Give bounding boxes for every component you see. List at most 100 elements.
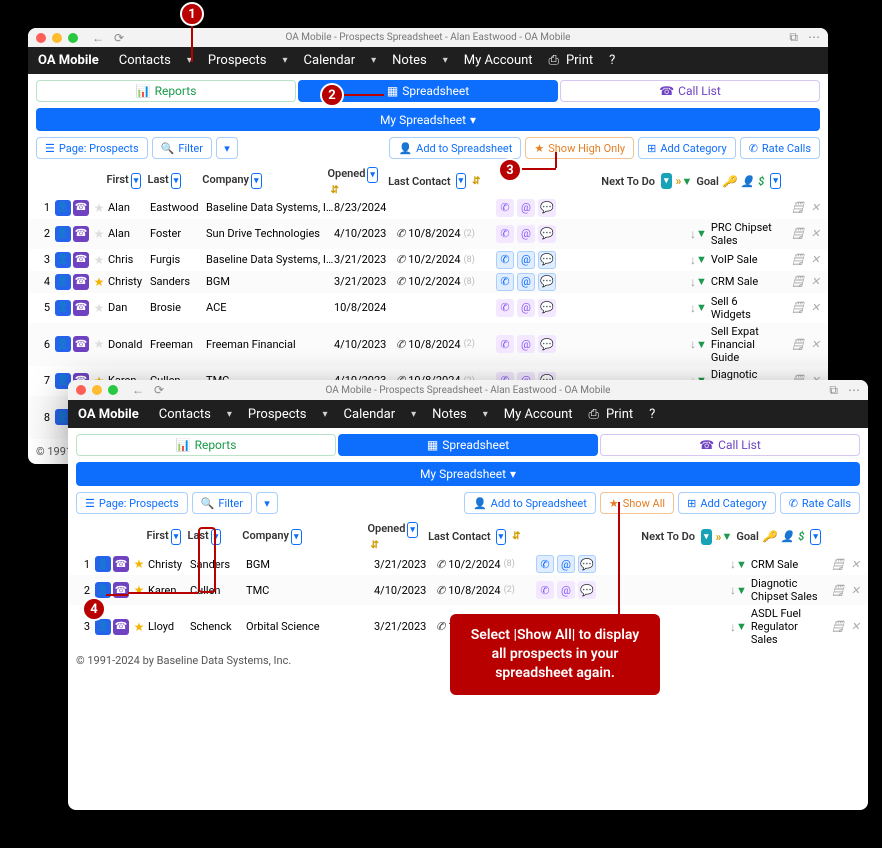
col-first[interactable]: First [106, 173, 128, 186]
chat-action-icon[interactable]: 💬 [578, 555, 596, 573]
my-spreadsheet-button[interactable]: My Spreadsheet ▾ [76, 462, 860, 486]
remove-row-icon[interactable]: ✕ [811, 301, 820, 314]
tab-call-list[interactable]: ☎Call List [560, 80, 820, 102]
table-row[interactable]: 1 👤 ☎ ★ Alan Eastwood Baseline Data Syst… [28, 197, 828, 219]
phone-badge-icon[interactable]: ☎ [73, 336, 89, 352]
remove-row-icon[interactable]: ✕ [811, 338, 820, 351]
maximize-window-icon[interactable] [68, 33, 78, 43]
refresh-icon[interactable]: ⟳ [154, 383, 164, 397]
maximize-window-icon[interactable] [108, 385, 118, 395]
col-next-todo[interactable]: Next To Do [601, 175, 655, 188]
menu-notes[interactable]: Notes [386, 53, 433, 68]
remove-row-icon[interactable]: ✕ [811, 201, 820, 214]
table-row[interactable]: 4 👤 ☎ ★ Christy Sanders BGM 3/21/2023 ✆ … [28, 271, 828, 293]
tab-reports[interactable]: 📊Reports [76, 434, 336, 456]
phone-badge-icon[interactable]: ☎ [73, 200, 89, 216]
col-first-dd[interactable]: ▾ [131, 173, 142, 189]
note-icon[interactable]: 🗒 [831, 620, 845, 633]
menu-help[interactable]: ? [643, 407, 661, 422]
star-priority-icon[interactable]: ★ [94, 337, 105, 351]
remove-row-icon[interactable]: ✕ [851, 558, 860, 571]
menu-calendar-caret[interactable] [365, 55, 382, 66]
menu-notes-caret[interactable] [477, 409, 494, 420]
email-action-icon[interactable]: @ [517, 225, 535, 243]
col-first[interactable]: First [146, 529, 168, 542]
menu-my-account[interactable]: My Account [498, 407, 579, 422]
col-opened[interactable]: Opened [367, 522, 405, 535]
menu-contacts-caret[interactable] [221, 409, 238, 420]
remove-row-icon[interactable]: ✕ [811, 227, 820, 240]
table-row[interactable]: 3 👤 ☎ ★ Chris Furgis Baseline Data Syste… [28, 249, 828, 271]
call-action-icon[interactable]: ✆ [496, 199, 514, 217]
star-priority-icon[interactable]: ★ [134, 557, 145, 571]
add-category-button[interactable]: ⊞Add Category [638, 137, 736, 159]
filter-caret-button[interactable]: ▾ [256, 492, 278, 514]
person-icon[interactable]: 👤 [95, 556, 111, 572]
add-to-spreadsheet-button[interactable]: 👤Add to Spreadsheet [464, 492, 596, 514]
note-icon[interactable]: 🗒 [791, 253, 805, 266]
col-company-dd[interactable]: ▾ [251, 173, 262, 189]
minimize-window-icon[interactable] [92, 385, 102, 395]
col-company[interactable]: Company [242, 529, 289, 542]
tab-reports[interactable]: 📊Reports [36, 80, 296, 102]
menu-help[interactable]: ? [603, 53, 621, 68]
person-icon[interactable]: 👤 [55, 226, 71, 242]
note-icon[interactable]: 🗒 [791, 338, 805, 351]
star-priority-icon[interactable]: ★ [134, 620, 145, 634]
chat-action-icon[interactable]: 💬 [538, 273, 556, 291]
star-priority-icon[interactable]: ★ [94, 201, 105, 215]
menu-my-account[interactable]: My Account [458, 53, 539, 68]
chat-action-icon[interactable]: 💬 [578, 581, 596, 599]
col-last-contact[interactable]: Last Contact [428, 530, 491, 543]
filter-button[interactable]: 🔍Filter [152, 137, 212, 159]
call-action-icon[interactable]: ✆ [496, 251, 514, 269]
remove-row-icon[interactable]: ✕ [811, 253, 820, 266]
person-icon[interactable]: 👤 [55, 300, 71, 316]
chat-action-icon[interactable]: 💬 [538, 299, 556, 317]
add-to-spreadsheet-button[interactable]: 👤Add to Spreadsheet [389, 137, 521, 159]
menu-prospects-caret[interactable] [317, 409, 334, 420]
person-icon[interactable]: 👤 [55, 200, 71, 216]
filter-button[interactable]: 🔍Filter [192, 492, 252, 514]
table-row[interactable]: 1 👤 ☎ ★ Christy Sanders BGM 3/21/2023 ✆ … [68, 553, 868, 575]
show-high-only-button[interactable]: ★Show High Only [525, 137, 634, 159]
chat-action-icon[interactable]: 💬 [538, 225, 556, 243]
star-priority-icon[interactable]: ★ [94, 227, 105, 241]
col-todo-dd[interactable]: ▾ [661, 173, 672, 189]
note-icon[interactable]: 🗒 [831, 558, 845, 571]
note-icon[interactable]: 🗒 [791, 201, 805, 214]
table-row[interactable]: 2 👤 ☎ ★ Karen Cullen TMC 4/10/2023 ✆ 10/… [68, 575, 868, 605]
menu-prospects-caret[interactable] [277, 55, 294, 66]
copy-icon[interactable]: ⧉ [829, 383, 838, 398]
email-action-icon[interactable]: @ [517, 199, 535, 217]
menu-contacts[interactable]: Contacts [113, 53, 177, 68]
call-action-icon[interactable]: ✆ [496, 225, 514, 243]
more-icon[interactable]: ⋯ [848, 383, 860, 398]
email-action-icon[interactable]: @ [517, 335, 535, 353]
email-action-icon[interactable]: @ [517, 273, 535, 291]
star-priority-icon[interactable]: ★ [94, 253, 105, 267]
chat-action-icon[interactable]: 💬 [538, 199, 556, 217]
col-opened[interactable]: Opened [327, 167, 365, 180]
note-icon[interactable]: 🗒 [791, 275, 805, 288]
tab-spreadsheet[interactable]: ▦Spreadsheet [338, 434, 598, 456]
copy-icon[interactable]: ⧉ [789, 30, 798, 45]
rate-calls-button[interactable]: ✆Rate Calls [780, 492, 860, 514]
remove-row-icon[interactable]: ✕ [851, 620, 860, 633]
page-prospects-button[interactable]: ☰Page: Prospects [76, 492, 188, 514]
menu-calendar[interactable]: Calendar [338, 407, 402, 422]
star-priority-icon[interactable]: ★ [134, 583, 145, 597]
tab-call-list[interactable]: ☎Call List [600, 434, 860, 456]
col-last-contact[interactable]: Last Contact [388, 175, 451, 188]
note-icon[interactable]: 🗒 [791, 227, 805, 240]
phone-badge-icon[interactable]: ☎ [73, 300, 89, 316]
refresh-icon[interactable]: ⟳ [114, 31, 124, 45]
note-icon[interactable]: 🗒 [791, 301, 805, 314]
menu-print[interactable]: Print [583, 407, 640, 422]
menu-calendar-caret[interactable] [405, 409, 422, 420]
call-action-icon[interactable]: ✆ [496, 299, 514, 317]
table-row[interactable]: 2 👤 ☎ ★ Alan Foster Sun Drive Technologi… [28, 219, 828, 249]
chat-action-icon[interactable]: 💬 [538, 335, 556, 353]
call-action-icon[interactable]: ✆ [496, 335, 514, 353]
phone-badge-icon[interactable]: ☎ [73, 252, 89, 268]
